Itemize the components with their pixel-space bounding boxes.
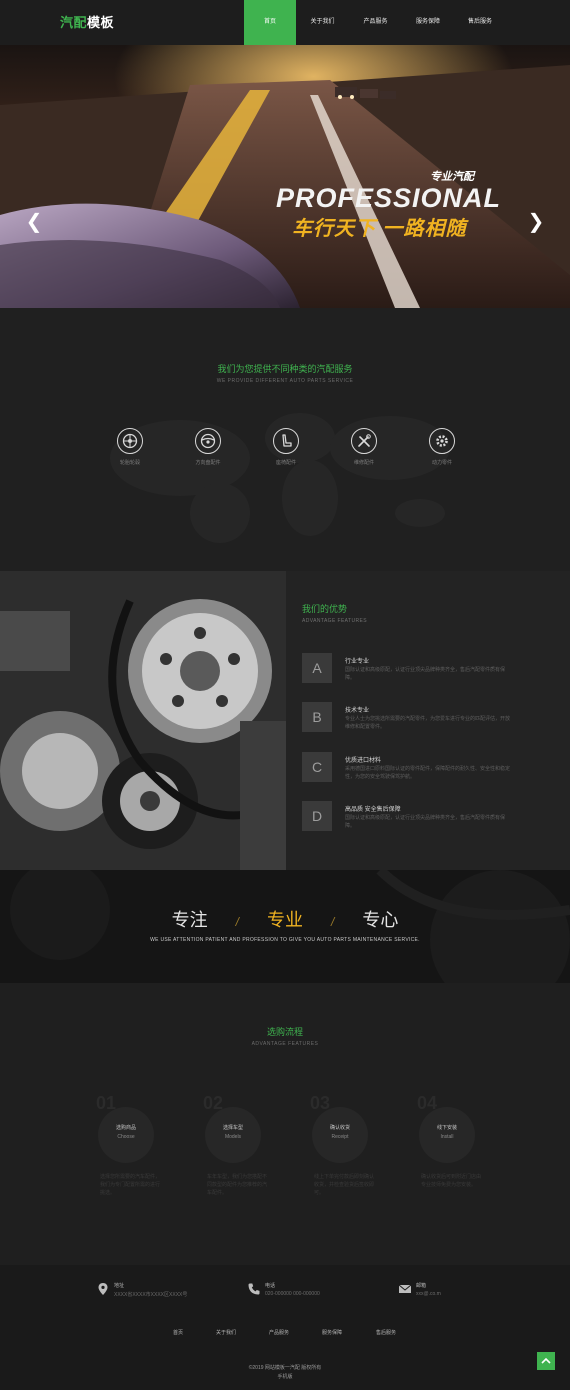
advantage-item: C 优质进口材料 采用德国进口原料国际认证的零件配件，保障配件的耐久性、安全性和… bbox=[302, 752, 562, 784]
step-subtitle: Choose bbox=[117, 1134, 135, 1140]
step-title: 线下安装 bbox=[436, 1125, 457, 1131]
hero-slider: ❮ ❯ 专业汽配 PROFESSIONAL 车行天下 一路相随 bbox=[0, 45, 570, 308]
step-description: 线上下单完付款后即刻确认收货，并检查验货后签收即可。 bbox=[314, 1174, 375, 1196]
mail-icon bbox=[398, 1284, 412, 1293]
footer-nav-service-guarantee[interactable]: 服务保障 bbox=[322, 1329, 342, 1336]
banner-word-dedicated: 专心 bbox=[362, 910, 399, 930]
step-subtitle: Install bbox=[440, 1134, 454, 1140]
step-description: 选择您所需要的汽车配件，我们为专门配置所需的进行挑选。 bbox=[100, 1174, 161, 1196]
advantage-heading: 技术专业 bbox=[345, 708, 370, 714]
step-description: 确认收货后可到附近门店由专业技师免费为您安装。 bbox=[421, 1174, 482, 1188]
phone-icon bbox=[248, 1283, 260, 1295]
advantage-letter-badge: B bbox=[302, 702, 332, 732]
advantages-section: 我们的优势 ADVANTAGE FEATURES A 行业专业 国际认证和高级原… bbox=[0, 571, 570, 870]
purchase-process-section: 选购流程 ADVANTAGE FEATURES 01 选购商品 Choose 选… bbox=[0, 983, 570, 1265]
banner-word-professional: 专业 bbox=[267, 910, 303, 930]
wheel-icon bbox=[117, 428, 143, 454]
nav-item-products[interactable]: 产品服务 bbox=[349, 0, 402, 45]
site-footer: 地址 XXXX省XXXX市XXXX区XXXX号 电话 020-000000 00… bbox=[0, 1265, 570, 1390]
hero-road-image bbox=[0, 45, 570, 308]
service-label: 轮胎轮毂 bbox=[119, 460, 140, 466]
nav-item-after-sales[interactable]: 售后服务 bbox=[454, 0, 506, 45]
advantage-text: 专业人士为您挑选所需要的汽配零件，为您爱车进行专业的匹配评估，开放维修和配置零件… bbox=[345, 716, 511, 730]
footer-nav-after-sales[interactable]: 售后服务 bbox=[376, 1329, 396, 1336]
services-subtitle: WE PROVIDE DIFFERENT AUTO PARTS SERVICE bbox=[216, 378, 354, 384]
hero-title: PROFESSIONAL bbox=[276, 183, 502, 213]
location-pin-icon bbox=[98, 1283, 108, 1295]
step-circle: 线下安装 Install bbox=[419, 1107, 475, 1163]
banner-word-focus: 专注 bbox=[171, 910, 208, 930]
hero-subtitle: 专业汽配 bbox=[430, 171, 474, 183]
process-title: 选购流程 bbox=[266, 1027, 303, 1037]
hero-next-arrow-icon[interactable]: ❯ bbox=[524, 205, 548, 239]
service-item-wheel[interactable]: 轮胎轮毂 bbox=[105, 428, 155, 466]
step-title: 确认收货 bbox=[329, 1125, 350, 1131]
services-title: 我们为您提供不同种类的汽配服务 bbox=[217, 364, 353, 374]
advantage-text: 国际认证和高级原配，认证行业顶尖品牌种类齐全，售后汽配零件质有保障。 bbox=[345, 667, 506, 681]
site-header: 汽配模板 首页 关于我们 产品服务 服务保障 售后服务 bbox=[0, 0, 570, 45]
nav-item-home[interactable]: 首页 bbox=[244, 0, 296, 45]
advantages-subtitle: ADVANTAGE FEATURES bbox=[302, 618, 367, 624]
service-item-steering[interactable]: 方向盘配件 bbox=[183, 428, 233, 466]
tools-icon bbox=[351, 428, 377, 454]
nav-item-service-guarantee[interactable]: 服务保障 bbox=[402, 0, 454, 45]
advantage-heading: 高品质 安全售后保障 bbox=[345, 807, 401, 813]
main-nav: 首页 关于我们 产品服务 服务保障 售后服务 bbox=[244, 0, 506, 45]
advantage-item: D 高品质 安全售后保障 国际认证和高级原配，认证行业顶尖品牌种类齐全，售后汽配… bbox=[302, 801, 562, 833]
contact-value: 020-000000 000-000000 bbox=[265, 1291, 320, 1297]
logo-green-text: 汽配 bbox=[60, 15, 88, 30]
advantage-item: A 行业专业 国际认证和高级原配，认证行业顶尖品牌种类齐全，售后汽配零件质有保障… bbox=[302, 653, 562, 685]
step-circle: 确认收货 Receipt bbox=[312, 1107, 368, 1163]
step-subtitle: Models bbox=[224, 1134, 242, 1140]
engine-image bbox=[0, 571, 286, 870]
footer-nav-about[interactable]: 关于我们 bbox=[216, 1329, 236, 1336]
nav-item-about[interactable]: 关于我们 bbox=[296, 0, 349, 45]
step-description: 车年车型，我们为您搭配不同款型的配件为您推荐的汽车配件。 bbox=[207, 1174, 268, 1196]
advantage-letter-badge: D bbox=[302, 801, 332, 831]
contact-value: xxx@.co.m bbox=[416, 1291, 441, 1297]
advantage-item: B 技术专业 专业人士为您挑选所需要的汽配零件，为您爱车进行专业的匹配评估，开放… bbox=[302, 702, 562, 734]
contact-value: XXXX省XXXX市XXXX区XXXX号 bbox=[114, 1292, 188, 1298]
advantages-title: 我们的优势 bbox=[302, 604, 348, 614]
step-title: 选择车型 bbox=[222, 1125, 243, 1131]
seat-icon bbox=[273, 428, 299, 454]
steering-wheel-icon bbox=[195, 428, 221, 454]
copyright: ©2019 网站模板一汽配 版权所有 bbox=[248, 1365, 322, 1371]
contact-label: 地址 bbox=[114, 1283, 125, 1289]
service-label: 方向盘配件 bbox=[195, 460, 221, 466]
step-circle: 选购商品 Choose bbox=[98, 1107, 154, 1163]
advantage-heading: 行业专业 bbox=[345, 659, 370, 665]
advantage-letter-badge: A bbox=[302, 653, 332, 683]
step-subtitle: Receipt bbox=[331, 1134, 349, 1140]
gear-icon bbox=[429, 428, 455, 454]
logo[interactable]: 汽配模板 bbox=[60, 12, 114, 31]
footer-nav-home[interactable]: 首页 bbox=[173, 1329, 183, 1336]
logo-white-text: 模板 bbox=[87, 15, 115, 30]
slogan-banner: 专注 / 专业 / 专心 WE USE ATTENTION PATIENT AND PR… bbox=[0, 870, 570, 983]
banner-words: 专注 / 专业 / 专心 bbox=[0, 906, 570, 932]
service-label: 动力零件 bbox=[431, 460, 452, 466]
footer-nav-products[interactable]: 产品服务 bbox=[269, 1329, 289, 1336]
service-label: 座椅配件 bbox=[275, 460, 296, 466]
process-subtitle: ADVANTAGE FEATURES bbox=[251, 1041, 319, 1047]
contact-label: 电话 bbox=[265, 1283, 276, 1289]
hero-slogan: 车行天下 一路相随 bbox=[292, 218, 467, 240]
service-label: 维修配件 bbox=[353, 460, 374, 466]
service-item-power[interactable]: 动力零件 bbox=[417, 428, 467, 466]
chevron-up-icon bbox=[541, 1357, 551, 1364]
advantage-text: 国际认证和高级原配，认证行业顶尖品牌种类齐全，售后汽配零件质有保障。 bbox=[345, 815, 506, 829]
banner-caption: WE USE ATTENTION PATIENT AND PROFESSION … bbox=[150, 937, 420, 943]
back-to-top-button[interactable] bbox=[537, 1352, 555, 1370]
mobile-version-link[interactable]: 手机版 bbox=[0, 1373, 570, 1380]
service-item-repair[interactable]: 维修配件 bbox=[339, 428, 389, 466]
hero-prev-arrow-icon[interactable]: ❮ bbox=[22, 205, 46, 239]
advantage-letter-badge: C bbox=[302, 752, 332, 782]
step-title: 选购商品 bbox=[115, 1125, 136, 1131]
advantage-text: 采用德国进口原料国际认证的零件配件，保障配件的耐久性、安全性和稳定性，为您的安全… bbox=[345, 766, 511, 780]
step-circle: 选择车型 Models bbox=[205, 1107, 261, 1163]
service-item-seat[interactable]: 座椅配件 bbox=[261, 428, 311, 466]
contact-label: 邮箱 bbox=[416, 1283, 427, 1289]
advantage-heading: 优质进口材料 bbox=[345, 758, 382, 764]
